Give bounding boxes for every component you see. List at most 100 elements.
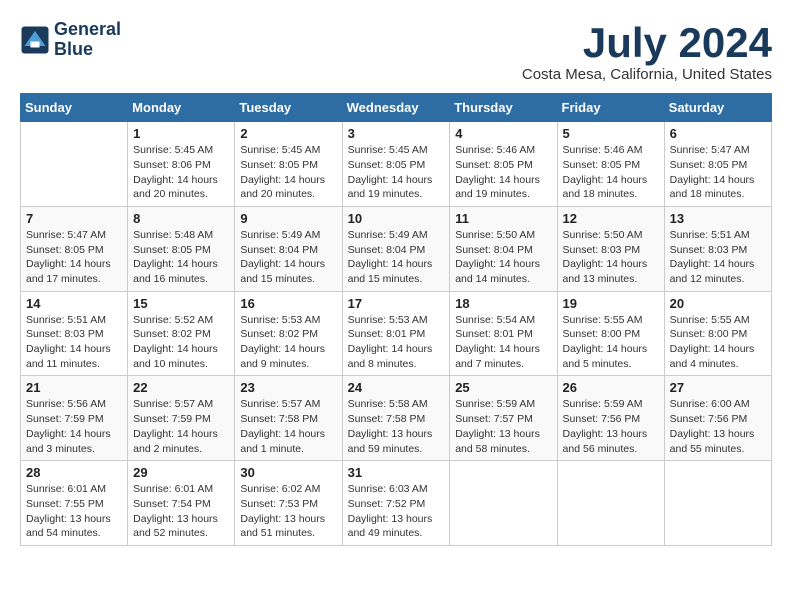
day-info: Sunrise: 5:57 AMSunset: 7:59 PMDaylight:… bbox=[133, 397, 229, 456]
day-info: Sunrise: 5:57 AMSunset: 7:58 PMDaylight:… bbox=[240, 397, 336, 456]
header: General Blue July 2024 Costa Mesa, Calif… bbox=[20, 20, 772, 83]
logo-icon bbox=[20, 25, 50, 55]
day-cell: 4 Sunrise: 5:46 AMSunset: 8:05 PMDaylight… bbox=[450, 122, 557, 207]
day-cell: 29 Sunrise: 6:01 AMSunset: 7:54 PMDayligh… bbox=[128, 461, 235, 546]
day-cell: 6Sunrise: 5:47 AMSunset: 8:05 PMDaylight… bbox=[664, 122, 771, 207]
day-cell: 24 Sunrise: 5:58 AMSunset: 7:58 PMDayligh… bbox=[342, 376, 450, 461]
day-info: Sunrise: 5:45 AMSunset: 8:05 PMDaylight:… bbox=[240, 143, 336, 202]
day-number: 16 bbox=[240, 296, 336, 311]
calendar-body: 1 Sunrise: 5:45 AMSunset: 8:06 PMDaylight… bbox=[21, 122, 772, 546]
day-cell: 1 Sunrise: 5:45 AMSunset: 8:06 PMDaylight… bbox=[128, 122, 235, 207]
day-number: 28 bbox=[26, 465, 122, 480]
day-info: Sunrise: 5:46 AMSunset: 8:05 PMDaylight:… bbox=[563, 143, 659, 202]
day-info: Sunrise: 5:49 AMSunset: 8:04 PMDaylight:… bbox=[240, 228, 336, 287]
day-cell bbox=[664, 461, 771, 546]
day-cell: 11 Sunrise: 5:50 AMSunset: 8:04 PMDayligh… bbox=[450, 206, 557, 291]
day-number: 1 bbox=[133, 126, 229, 141]
day-cell bbox=[557, 461, 664, 546]
day-cell: 15Sunrise: 5:52 AMSunset: 8:02 PMDayligh… bbox=[128, 291, 235, 376]
day-cell bbox=[450, 461, 557, 546]
day-cell: 16Sunrise: 5:53 AMSunset: 8:02 PMDayligh… bbox=[235, 291, 342, 376]
day-number: 31 bbox=[348, 465, 445, 480]
day-number: 24 bbox=[348, 380, 445, 395]
day-cell: 14Sunrise: 5:51 AMSunset: 8:03 PMDayligh… bbox=[21, 291, 128, 376]
day-number: 11 bbox=[455, 211, 551, 226]
day-info: Sunrise: 5:47 AMSunset: 8:05 PMDaylight:… bbox=[26, 228, 122, 287]
day-cell: 28 Sunrise: 6:01 AMSunset: 7:55 PMDayligh… bbox=[21, 461, 128, 546]
week-row-3: 14Sunrise: 5:51 AMSunset: 8:03 PMDayligh… bbox=[21, 291, 772, 376]
day-info: Sunrise: 5:51 AMSunset: 8:03 PMDaylight:… bbox=[670, 228, 766, 287]
day-info: Sunrise: 5:45 AMSunset: 8:06 PMDaylight:… bbox=[133, 143, 229, 202]
day-info: Sunrise: 5:58 AMSunset: 7:58 PMDaylight:… bbox=[348, 397, 445, 456]
day-cell: 20Sunrise: 5:55 AMSunset: 8:00 PMDayligh… bbox=[664, 291, 771, 376]
day-number: 7 bbox=[26, 211, 122, 226]
day-number: 19 bbox=[563, 296, 659, 311]
day-number: 26 bbox=[563, 380, 659, 395]
day-cell: 9 Sunrise: 5:49 AMSunset: 8:04 PMDaylight… bbox=[235, 206, 342, 291]
logo: General Blue bbox=[20, 20, 121, 60]
header-day-wednesday: Wednesday bbox=[342, 94, 450, 122]
day-number: 30 bbox=[240, 465, 336, 480]
day-cell: 27Sunrise: 6:00 AMSunset: 7:56 PMDayligh… bbox=[664, 376, 771, 461]
day-cell: 30Sunrise: 6:02 AMSunset: 7:53 PMDayligh… bbox=[235, 461, 342, 546]
day-number: 29 bbox=[133, 465, 229, 480]
day-cell: 18Sunrise: 5:54 AMSunset: 8:01 PMDayligh… bbox=[450, 291, 557, 376]
day-cell: 25 Sunrise: 5:59 AMSunset: 7:57 PMDayligh… bbox=[450, 376, 557, 461]
day-cell: 22 Sunrise: 5:57 AMSunset: 7:59 PMDayligh… bbox=[128, 376, 235, 461]
day-info: Sunrise: 5:48 AMSunset: 8:05 PMDaylight:… bbox=[133, 228, 229, 287]
day-number: 27 bbox=[670, 380, 766, 395]
day-info: Sunrise: 5:49 AMSunset: 8:04 PMDaylight:… bbox=[348, 228, 445, 287]
header-day-saturday: Saturday bbox=[664, 94, 771, 122]
header-day-friday: Friday bbox=[557, 94, 664, 122]
day-number: 14 bbox=[26, 296, 122, 311]
header-day-monday: Monday bbox=[128, 94, 235, 122]
day-info: Sunrise: 6:01 AMSunset: 7:55 PMDaylight:… bbox=[26, 482, 122, 541]
day-number: 21 bbox=[26, 380, 122, 395]
day-info: Sunrise: 5:46 AMSunset: 8:05 PMDaylight:… bbox=[455, 143, 551, 202]
day-cell: 21 Sunrise: 5:56 AMSunset: 7:59 PMDayligh… bbox=[21, 376, 128, 461]
day-info: Sunrise: 5:54 AMSunset: 8:01 PMDaylight:… bbox=[455, 313, 551, 372]
day-number: 17 bbox=[348, 296, 445, 311]
day-cell: 19Sunrise: 5:55 AMSunset: 8:00 PMDayligh… bbox=[557, 291, 664, 376]
header-day-thursday: Thursday bbox=[450, 94, 557, 122]
day-number: 3 bbox=[348, 126, 445, 141]
day-cell: 8 Sunrise: 5:48 AMSunset: 8:05 PMDaylight… bbox=[128, 206, 235, 291]
day-number: 10 bbox=[348, 211, 445, 226]
location: Costa Mesa, California, United States bbox=[522, 66, 772, 83]
day-cell: 7 Sunrise: 5:47 AMSunset: 8:05 PMDaylight… bbox=[21, 206, 128, 291]
logo-text: General Blue bbox=[54, 20, 121, 60]
day-info: Sunrise: 5:45 AMSunset: 8:05 PMDaylight:… bbox=[348, 143, 445, 202]
day-cell: 26 Sunrise: 5:59 AMSunset: 7:56 PMDayligh… bbox=[557, 376, 664, 461]
logo-line1: General bbox=[54, 20, 121, 40]
week-row-2: 7 Sunrise: 5:47 AMSunset: 8:05 PMDaylight… bbox=[21, 206, 772, 291]
logo-line2: Blue bbox=[54, 40, 121, 60]
day-number: 5 bbox=[563, 126, 659, 141]
day-number: 2 bbox=[240, 126, 336, 141]
day-number: 6 bbox=[670, 126, 766, 141]
day-info: Sunrise: 5:59 AMSunset: 7:56 PMDaylight:… bbox=[563, 397, 659, 456]
day-number: 9 bbox=[240, 211, 336, 226]
day-number: 4 bbox=[455, 126, 551, 141]
day-cell: 5 Sunrise: 5:46 AMSunset: 8:05 PMDaylight… bbox=[557, 122, 664, 207]
day-info: Sunrise: 6:01 AMSunset: 7:54 PMDaylight:… bbox=[133, 482, 229, 541]
day-info: Sunrise: 5:56 AMSunset: 7:59 PMDaylight:… bbox=[26, 397, 122, 456]
day-number: 13 bbox=[670, 211, 766, 226]
day-info: Sunrise: 5:53 AMSunset: 8:01 PMDaylight:… bbox=[348, 313, 445, 372]
day-number: 20 bbox=[670, 296, 766, 311]
week-row-1: 1 Sunrise: 5:45 AMSunset: 8:06 PMDaylight… bbox=[21, 122, 772, 207]
header-row: SundayMondayTuesdayWednesdayThursdayFrid… bbox=[21, 94, 772, 122]
day-number: 22 bbox=[133, 380, 229, 395]
title-area: July 2024 Costa Mesa, California, United… bbox=[522, 20, 772, 83]
header-day-sunday: Sunday bbox=[21, 94, 128, 122]
day-info: Sunrise: 5:59 AMSunset: 7:57 PMDaylight:… bbox=[455, 397, 551, 456]
day-number: 23 bbox=[240, 380, 336, 395]
day-cell: 23 Sunrise: 5:57 AMSunset: 7:58 PMDayligh… bbox=[235, 376, 342, 461]
day-cell: 3 Sunrise: 5:45 AMSunset: 8:05 PMDaylight… bbox=[342, 122, 450, 207]
day-number: 25 bbox=[455, 380, 551, 395]
day-number: 8 bbox=[133, 211, 229, 226]
day-info: Sunrise: 5:50 AMSunset: 8:03 PMDaylight:… bbox=[563, 228, 659, 287]
day-info: Sunrise: 5:50 AMSunset: 8:04 PMDaylight:… bbox=[455, 228, 551, 287]
month-title: July 2024 bbox=[522, 20, 772, 66]
day-cell: 13 Sunrise: 5:51 AMSunset: 8:03 PMDayligh… bbox=[664, 206, 771, 291]
day-info: Sunrise: 6:03 AMSunset: 7:52 PMDaylight:… bbox=[348, 482, 445, 541]
